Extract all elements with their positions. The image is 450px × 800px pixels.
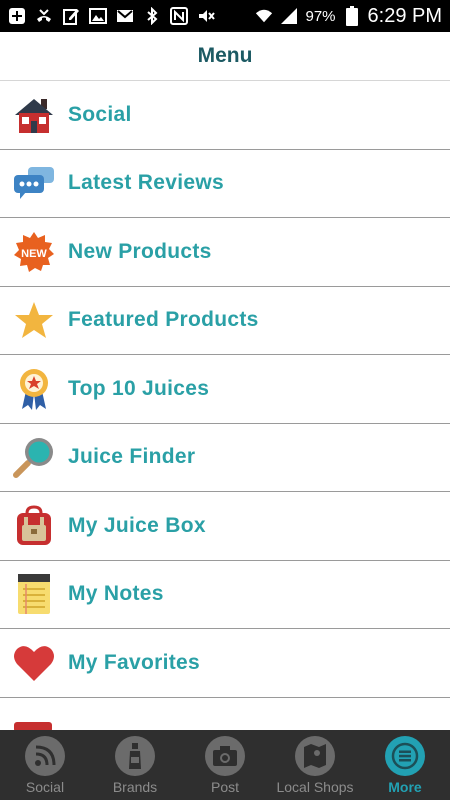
mute-icon	[197, 7, 215, 25]
bottle-icon	[115, 736, 155, 776]
gmail-icon	[116, 7, 134, 25]
tab-label: Brands	[112, 779, 158, 795]
menu-item-label: Juice Finder	[68, 445, 196, 469]
menu-item-juice-finder[interactable]: Juice Finder	[0, 424, 450, 492]
tab-social[interactable]: Social	[0, 730, 90, 800]
menu-item-label: Featured Products	[68, 308, 259, 332]
status-bar: 97% 6:29 PM	[0, 0, 450, 32]
svg-text:NEW: NEW	[21, 248, 47, 260]
menu-item-label: My Juice Box	[68, 513, 206, 537]
edit-note-icon	[62, 7, 80, 25]
tab-more[interactable]: More	[360, 730, 450, 800]
menu-lines-icon	[385, 736, 425, 776]
menu-item-top-10-juices[interactable]: Top 10 Juices	[0, 355, 450, 424]
image-icon	[89, 7, 107, 25]
menu-item-featured-products[interactable]: Featured Products	[0, 287, 450, 355]
signal-icon	[280, 7, 298, 25]
menu-item-my-favorites[interactable]: My Favorites	[0, 629, 450, 698]
tab-label: Post	[210, 779, 239, 795]
camera-icon	[205, 736, 245, 776]
tab-label: Local Shops	[276, 779, 354, 795]
map-icon	[295, 736, 335, 776]
nfc-icon	[170, 7, 188, 25]
header: Menu	[0, 32, 450, 81]
heart-icon	[12, 641, 56, 685]
magnifier-icon	[12, 435, 56, 479]
menu-item-label: Top 10 Juices	[68, 376, 210, 400]
menu-item-my-juice-box[interactable]: My Juice Box	[0, 492, 450, 561]
new-badge-icon: NEW	[12, 230, 56, 274]
menu-item-label: New Products	[68, 239, 212, 263]
house-icon	[12, 93, 56, 137]
menu-item-new-products[interactable]: NEW New Products	[0, 218, 450, 287]
menu-item-latest-reviews[interactable]: Latest Reviews	[0, 150, 450, 218]
tab-post[interactable]: Post	[180, 730, 270, 800]
clock: 6:29 PM	[367, 4, 442, 27]
tab-bar: Social Brands Post Local Shops More	[0, 730, 450, 800]
add-icon	[8, 7, 26, 25]
tab-label: More	[388, 779, 422, 795]
tab-brands[interactable]: Brands	[90, 730, 180, 800]
menu-list: Social Latest Reviews NEW New Products F…	[0, 81, 450, 698]
missed-call-icon	[35, 7, 53, 25]
tab-label: Social	[25, 779, 65, 795]
menu-item-social[interactable]: Social	[0, 81, 450, 150]
tab-local-shops[interactable]: Local Shops	[270, 730, 360, 800]
backpack-icon	[12, 504, 56, 548]
star-icon	[12, 298, 56, 342]
menu-item-label: My Favorites	[68, 650, 200, 674]
page-title: Menu	[197, 44, 253, 67]
menu-item-label: My Notes	[68, 582, 164, 606]
menu-item-label: Social	[68, 102, 132, 126]
award-ribbon-icon	[12, 367, 56, 411]
partial-item-icon	[14, 722, 52, 730]
chat-bubbles-icon	[12, 161, 56, 205]
wifi-icon	[255, 7, 273, 25]
battery-icon	[343, 6, 361, 26]
menu-item-label: Latest Reviews	[68, 171, 224, 195]
battery-percent: 97%	[305, 7, 336, 25]
notepad-icon	[12, 572, 56, 616]
menu-item-my-notes[interactable]: My Notes	[0, 561, 450, 629]
menu-item-partial	[0, 708, 450, 730]
rss-icon	[25, 736, 65, 776]
bluetooth-icon	[143, 7, 161, 25]
